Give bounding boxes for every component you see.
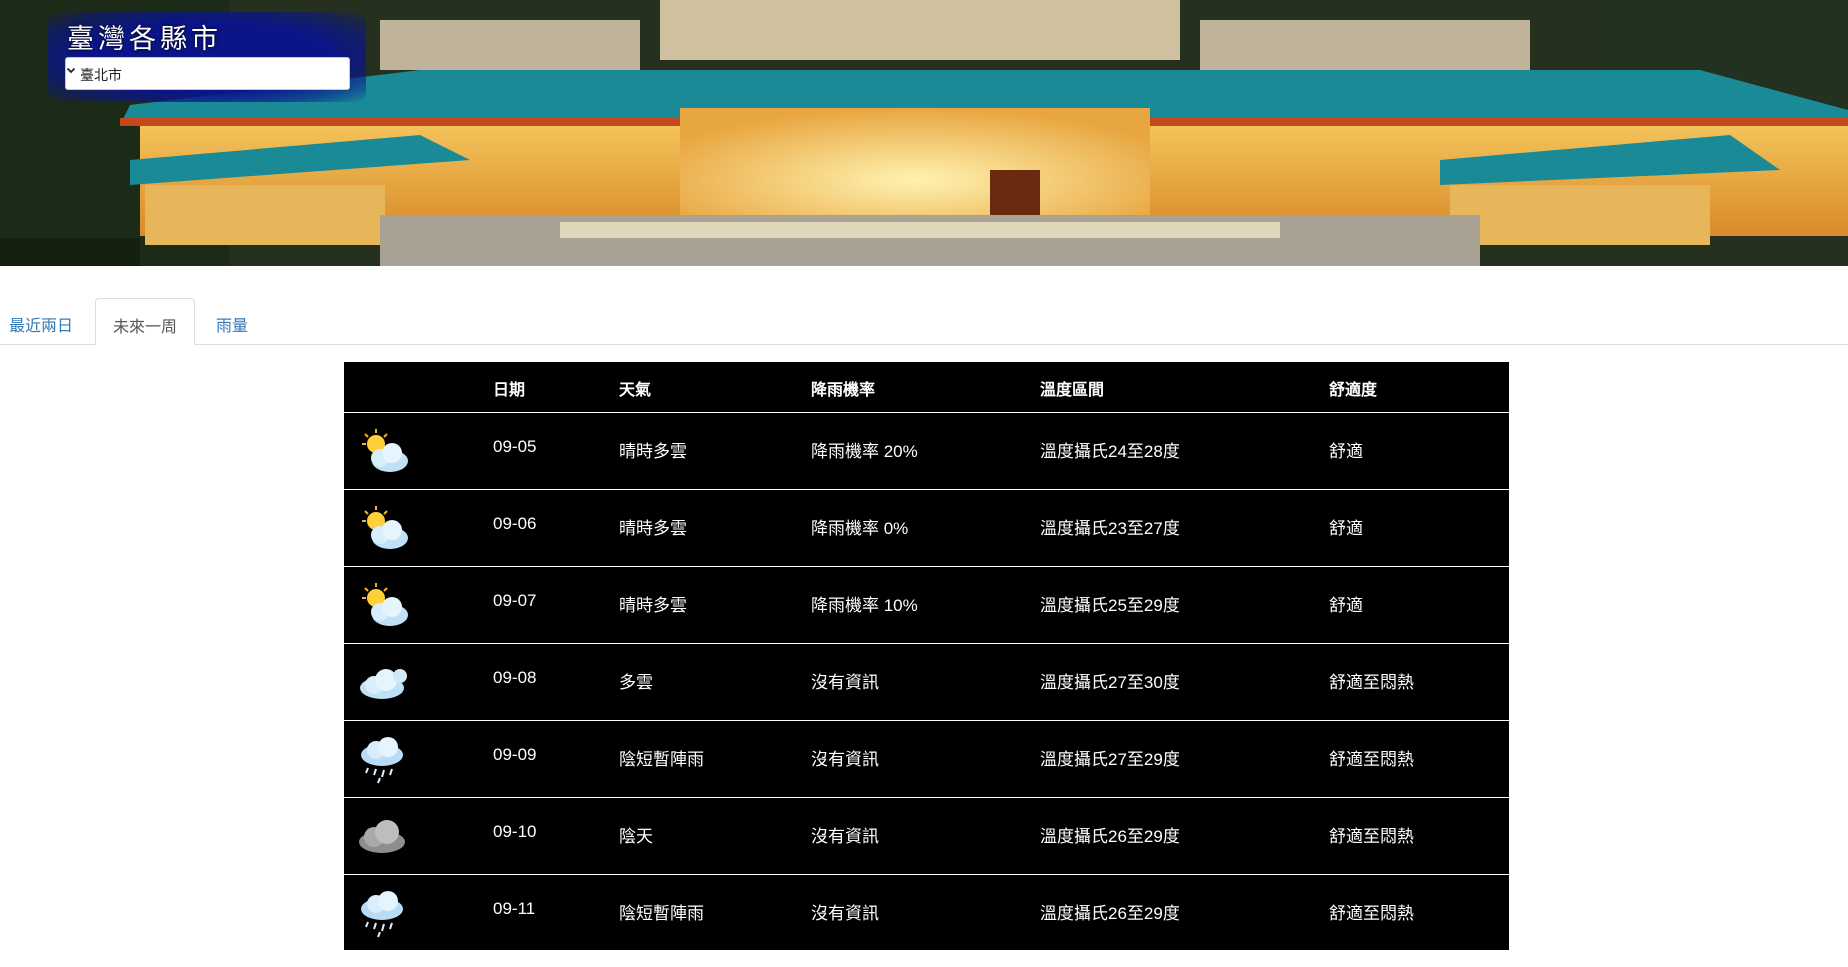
- row-comfort: 舒適: [1329, 519, 1363, 538]
- row-temperature: 溫度攝氏24至28度: [1040, 442, 1180, 461]
- row-date: 09-11: [493, 899, 536, 918]
- row-date: 09-09: [493, 745, 537, 764]
- row-date: 09-05: [493, 437, 537, 456]
- row-comfort: 舒適至悶熱: [1329, 827, 1414, 846]
- tab-recent-two-days[interactable]: 最近兩日: [9, 298, 73, 345]
- partly-cloudy-icon: [362, 429, 408, 472]
- row-comfort: 舒適至悶熱: [1329, 750, 1414, 769]
- cloudy-icon: [360, 669, 407, 699]
- page-title: 臺灣各縣市: [67, 24, 222, 55]
- partly-cloudy-icon: [362, 583, 408, 626]
- rain-cloud-icon: [361, 737, 403, 784]
- forecast-table: 日期 天氣 降雨機率 溫度區間 舒適度 09-05 晴時多雲 降雨機率 20% …: [344, 362, 1509, 950]
- table-row: 09-08 多雲 沒有資訊 溫度攝氏27至30度 舒適至悶熱: [344, 643, 1509, 720]
- row-temperature: 溫度攝氏23至27度: [1040, 519, 1180, 538]
- row-weather: 多雲: [619, 673, 653, 692]
- column-header-date: 日期: [493, 382, 526, 399]
- row-rain: 沒有資訊: [811, 904, 879, 923]
- column-header-temperature: 溫度區間: [1040, 382, 1105, 399]
- column-header-comfort: 舒適度: [1329, 382, 1378, 399]
- row-comfort: 舒適至悶熱: [1329, 904, 1414, 923]
- city-select-value: 臺北市: [80, 68, 122, 84]
- row-weather: 晴時多雲: [619, 442, 687, 461]
- rain-cloud-icon: [361, 891, 403, 938]
- row-weather: 陰短暫陣雨: [619, 750, 704, 769]
- row-rain: 降雨機率 10%: [811, 596, 918, 615]
- partly-cloudy-icon: [362, 506, 408, 549]
- row-comfort: 舒適: [1329, 442, 1363, 461]
- row-date: 09-07: [493, 591, 537, 610]
- table-row: 09-05 晴時多雲 降雨機率 20% 溫度攝氏24至28度 舒適: [344, 412, 1509, 489]
- row-weather: 晴時多雲: [619, 519, 687, 538]
- column-header-weather: 天氣: [619, 382, 652, 399]
- row-temperature: 溫度攝氏27至30度: [1040, 673, 1180, 692]
- table-row: 09-09 陰短暫陣雨 沒有資訊 溫度攝氏27至29度 舒適至悶熱: [344, 720, 1509, 797]
- tab-next-week[interactable]: 未來一周: [95, 298, 196, 346]
- table-row: 09-06 晴時多雲 降雨機率 0% 溫度攝氏23至27度 舒適: [344, 489, 1509, 566]
- tab-rainfall[interactable]: 雨量: [216, 298, 248, 345]
- row-rain: 沒有資訊: [811, 750, 879, 769]
- row-comfort: 舒適: [1329, 596, 1363, 615]
- table-row: 09-10 陰天 沒有資訊 溫度攝氏26至29度 舒適至悶熱: [344, 797, 1509, 874]
- row-weather: 陰天: [619, 827, 653, 846]
- row-date: 09-08: [493, 668, 537, 687]
- row-comfort: 舒適至悶熱: [1329, 673, 1414, 692]
- row-date: 09-10: [493, 822, 537, 841]
- row-temperature: 溫度攝氏27至29度: [1040, 750, 1180, 769]
- row-temperature: 溫度攝氏26至29度: [1040, 827, 1180, 846]
- table-row: 09-11 陰短暫陣雨 沒有資訊 溫度攝氏26至29度 舒適至悶熱: [344, 874, 1509, 951]
- row-temperature: 溫度攝氏26至29度: [1040, 904, 1180, 923]
- row-temperature: 溫度攝氏25至29度: [1040, 596, 1180, 615]
- overcast-icon: [359, 820, 405, 853]
- row-rain: 沒有資訊: [811, 827, 879, 846]
- row-weather: 晴時多雲: [619, 596, 687, 615]
- row-rain: 降雨機率 0%: [811, 519, 909, 538]
- table-header: 日期 天氣 降雨機率 溫度區間 舒適度: [344, 362, 1509, 412]
- chevron-down-icon: [66, 67, 76, 74]
- row-date: 09-06: [493, 514, 537, 533]
- table-row: 09-07 晴時多雲 降雨機率 10% 溫度攝氏25至29度 舒適: [344, 566, 1509, 643]
- row-rain: 沒有資訊: [811, 673, 879, 692]
- column-header-rain: 降雨機率: [811, 382, 876, 399]
- header-banner: 臺灣各縣市 臺北市: [0, 0, 1848, 266]
- row-weather: 陰短暫陣雨: [619, 904, 704, 923]
- city-select[interactable]: 臺北市: [65, 57, 350, 90]
- row-rain: 降雨機率 20%: [811, 442, 918, 461]
- tab-bar: 最近兩日 未來一周 雨量: [0, 298, 1848, 346]
